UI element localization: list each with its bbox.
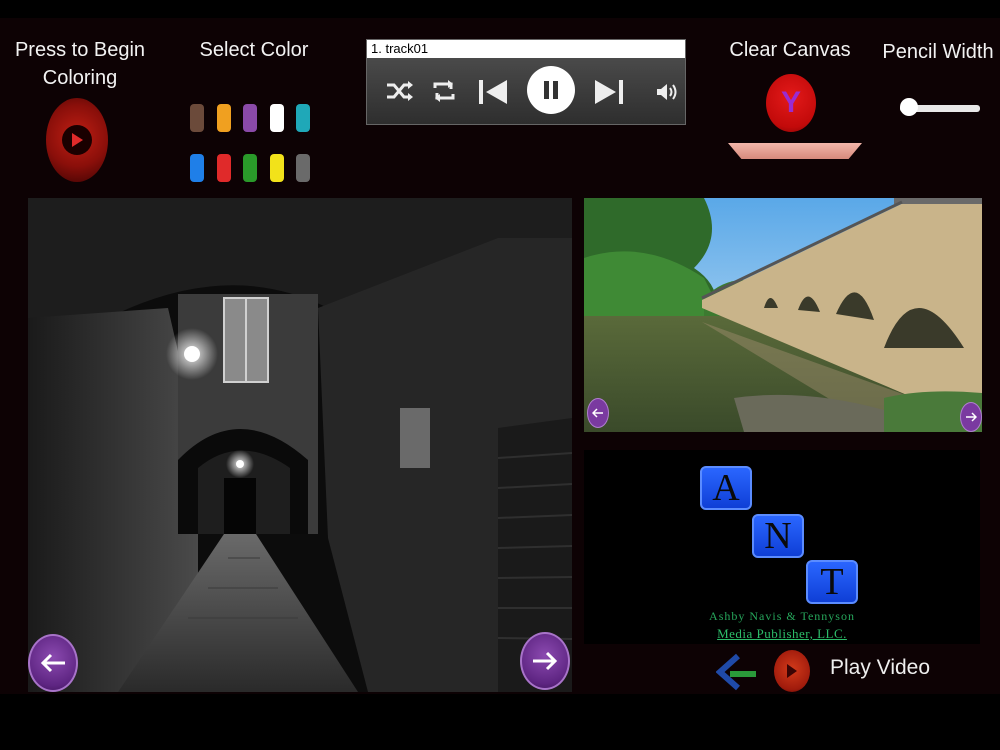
color-swatch[interactable] — [243, 104, 257, 132]
color-swatch[interactable] — [243, 154, 257, 182]
color-swatch[interactable] — [296, 104, 310, 132]
alley-picture — [28, 198, 572, 692]
clear-canvas-button[interactable]: Y — [766, 74, 816, 132]
publisher-logo-panel: A N T Ashby Navis & Tennyson Media Publi… — [584, 450, 980, 644]
arrow-right-icon — [533, 651, 558, 671]
audio-player: 1. track01 — [366, 39, 686, 125]
pause-button[interactable] — [527, 66, 575, 114]
coloring-canvas[interactable] — [28, 198, 572, 692]
back-arrow-button[interactable] — [715, 652, 758, 697]
publisher-name: Ashby Navis & Tennyson — [709, 609, 855, 623]
repeat-icon[interactable] — [431, 78, 457, 109]
play-video-button[interactable] — [774, 650, 810, 692]
logo-letter-n: N — [752, 514, 804, 558]
coloring-app: Press to Begin Coloring Select Color Cle… — [0, 18, 1000, 694]
previous-image-button[interactable] — [28, 634, 78, 692]
preview-previous-button[interactable] — [587, 398, 609, 428]
begin-coloring-label: Press to Begin Coloring — [14, 39, 146, 89]
play-icon — [62, 125, 92, 155]
pencil-width-slider-handle[interactable] — [899, 98, 918, 116]
pencil-width-label: Pencil Width — [882, 41, 994, 63]
color-swatch[interactable] — [269, 104, 284, 132]
track-title: 1. track01 — [367, 40, 685, 58]
next-image-button[interactable] — [520, 632, 570, 690]
arrow-left-icon — [40, 653, 65, 673]
logo-letter-a: A — [700, 466, 752, 510]
bridge-picture — [584, 198, 982, 432]
clear-canvas-label: Clear Canvas — [729, 39, 851, 61]
preview-picture — [584, 198, 982, 432]
clear-button-base — [728, 143, 862, 159]
clear-button-letter: Y — [780, 86, 801, 119]
volume-icon[interactable] — [655, 82, 679, 107]
back-arrow-icon — [715, 653, 756, 691]
color-swatch[interactable] — [190, 104, 204, 132]
next-icon[interactable] — [593, 78, 625, 111]
color-swatch[interactable] — [269, 154, 284, 182]
select-color-label: Select Color — [199, 39, 309, 61]
arrow-left-icon — [592, 408, 603, 418]
color-swatch[interactable] — [216, 104, 231, 132]
previous-icon[interactable] — [477, 78, 509, 111]
color-swatch[interactable] — [296, 154, 310, 182]
begin-coloring-button[interactable] — [46, 98, 108, 182]
color-swatch[interactable] — [190, 154, 204, 182]
pause-icon — [544, 81, 558, 99]
color-swatch[interactable] — [216, 154, 231, 182]
preview-next-button[interactable] — [960, 402, 982, 432]
shuffle-icon[interactable] — [385, 78, 415, 109]
player-controls — [367, 58, 685, 124]
play-video-label[interactable]: Play Video — [830, 656, 930, 680]
play-icon — [787, 664, 797, 678]
arrow-right-icon — [966, 412, 977, 422]
logo-letter-t: T — [806, 560, 858, 604]
publisher-subtitle[interactable]: Media Publisher, LLC. — [584, 626, 980, 642]
